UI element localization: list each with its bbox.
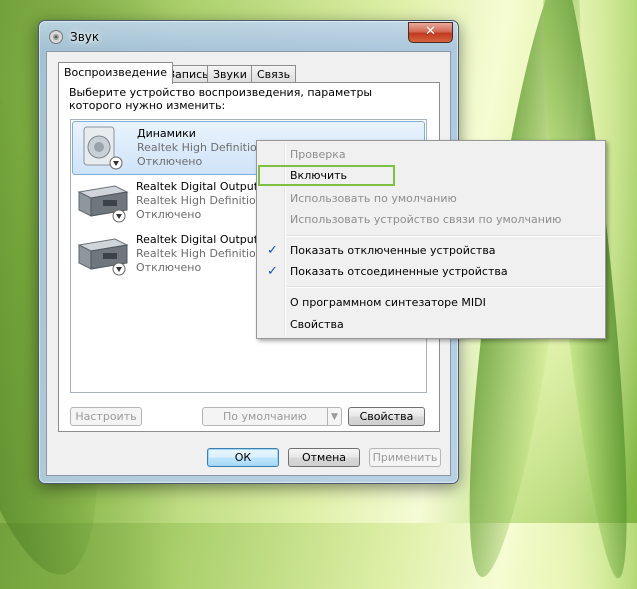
speaker-title-icon	[49, 30, 63, 44]
cancel-button[interactable]: Отмена	[288, 448, 360, 467]
menu-separator	[287, 286, 601, 288]
menu-item-label: Использовать по умолчанию	[290, 192, 457, 205]
menu-item-label: Использовать устройство связи по умолчан…	[290, 213, 562, 226]
menu-item-label: Свойства	[290, 318, 344, 331]
checkmark-icon: ✓	[267, 243, 278, 258]
menu-item-label: Показать отключенные устройства	[290, 244, 496, 257]
properties-button[interactable]: Свойства	[348, 407, 425, 426]
tab-communications[interactable]: Связь	[251, 65, 297, 83]
device-status: Отключено	[137, 155, 203, 168]
menu-item-show-disabled[interactable]: ✓ Показать отключенные устройства	[259, 240, 603, 261]
apply-button[interactable]: Применить	[369, 448, 441, 467]
menu-item-label: О программном синтезаторе MIDI	[290, 296, 486, 309]
menu-item-properties[interactable]: Свойства	[259, 314, 603, 335]
set-default-button[interactable]: По умолчанию	[202, 407, 328, 426]
menu-item-test[interactable]: Проверка	[259, 144, 603, 165]
chevron-down-icon: ▼	[331, 412, 338, 422]
menu-item-label: Показать отсоединенные устройства	[290, 265, 508, 278]
digital-output-icon	[77, 185, 129, 223]
device-context-menu: Проверка Включить Использовать по умолча…	[256, 140, 606, 339]
device-status: Отключено	[136, 208, 202, 221]
digital-output-icon	[77, 238, 129, 276]
device-name: Realtek Digital Output	[136, 180, 259, 193]
device-description: Realtek High Definition	[136, 194, 263, 207]
menu-item-enable[interactable]: Включить	[258, 165, 395, 186]
menu-item-label: Включить	[290, 169, 348, 182]
device-name: Динамики	[137, 127, 196, 140]
tab-playback[interactable]: Воспроизведение	[58, 62, 173, 84]
menu-item-set-default[interactable]: Использовать по умолчанию	[259, 188, 603, 209]
instruction-text: Выберите устройство воспроизведения, пар…	[69, 86, 373, 112]
set-default-dropdown-arrow[interactable]: ▼	[327, 407, 342, 426]
menu-item-midi-synth[interactable]: О программном синтезаторе MIDI	[259, 292, 603, 313]
menu-item-label: Проверка	[290, 148, 346, 161]
device-name: Realtek Digital Output	[136, 233, 259, 246]
close-button[interactable]: ✕	[408, 22, 453, 43]
speaker-icon	[83, 126, 123, 170]
ok-button[interactable]: ОК	[207, 448, 279, 467]
configure-button[interactable]: Настроить	[70, 407, 142, 426]
device-status: Отключено	[136, 261, 202, 274]
menu-item-show-disconnected[interactable]: ✓ Показать отсоединенные устройства	[259, 261, 603, 282]
device-description: Realtek High Definition	[137, 141, 264, 154]
window-title: Звук	[70, 30, 100, 44]
menu-item-set-default-communication[interactable]: Использовать устройство связи по умолчан…	[259, 209, 603, 230]
device-description: Realtek High Definition	[136, 247, 263, 260]
checkmark-icon: ✓	[267, 264, 278, 279]
tab-sounds[interactable]: Звуки	[207, 65, 253, 83]
menu-separator	[287, 235, 601, 237]
